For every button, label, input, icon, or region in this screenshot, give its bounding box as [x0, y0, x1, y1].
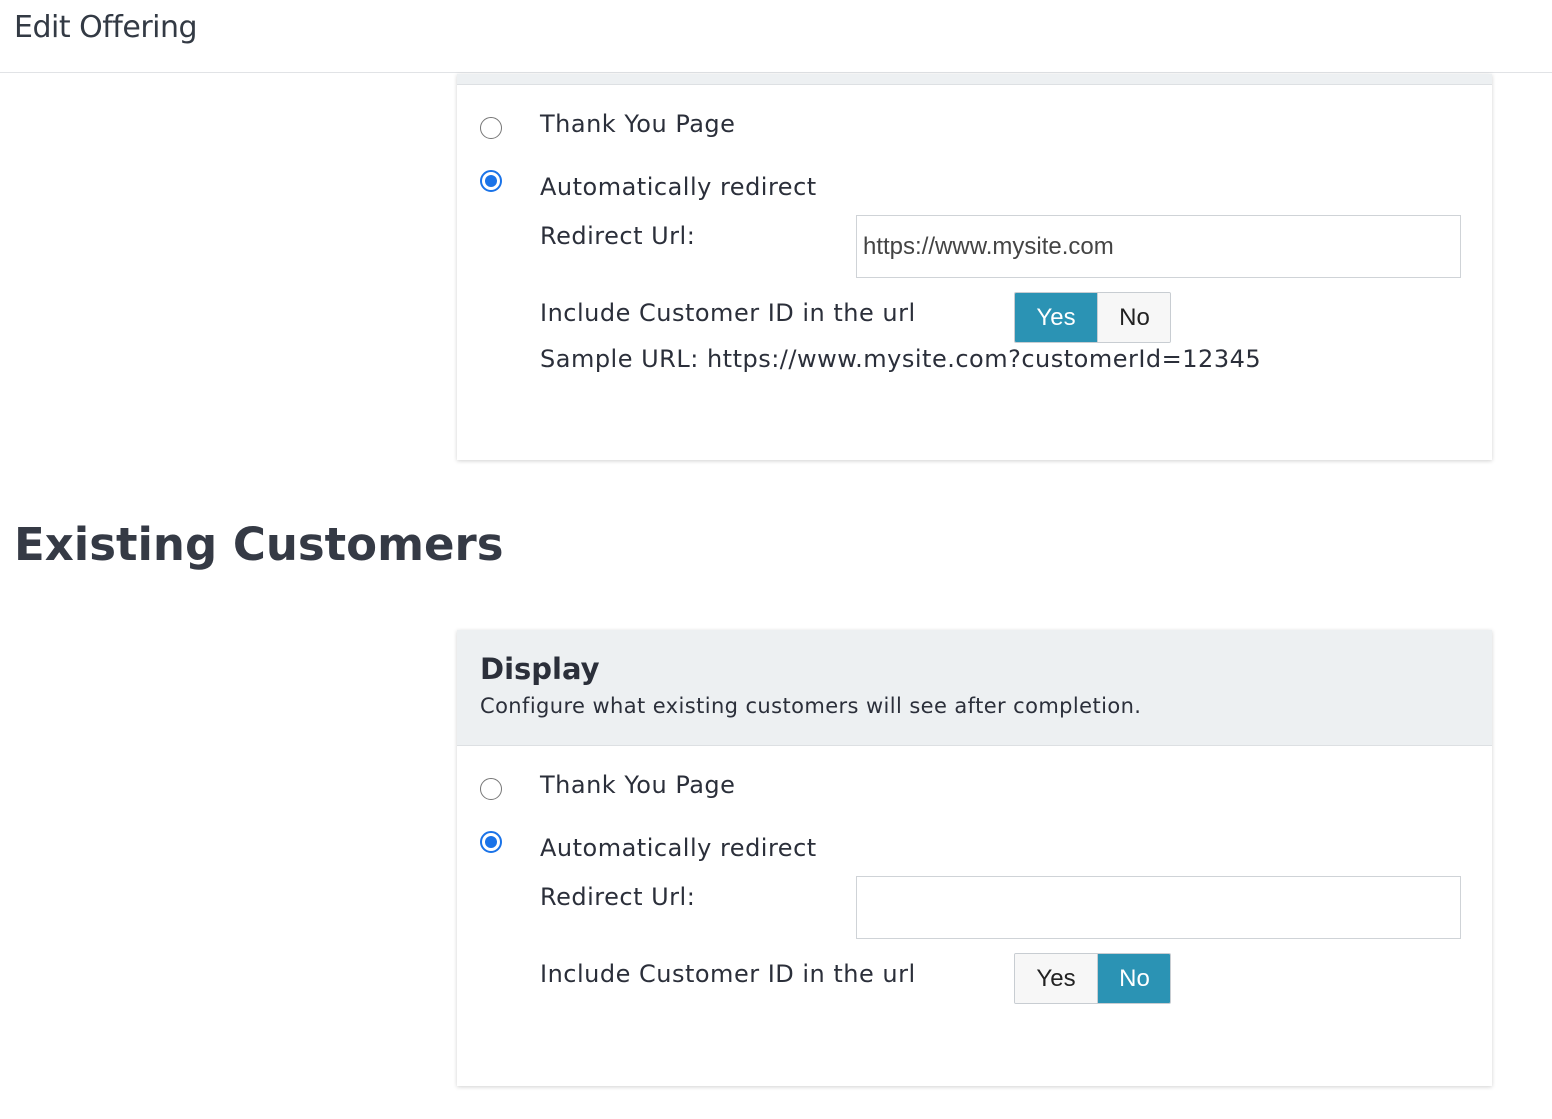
existing-customers-display-card: Display Configure what existing customer…: [457, 630, 1492, 1086]
auto-redirect-label: Automatically redirect: [540, 834, 817, 862]
sample-url-text: Sample URL: https://www.mysite.com?custo…: [540, 345, 1262, 373]
auto-redirect-radio[interactable]: [480, 170, 502, 192]
toggle-yes-button[interactable]: Yes: [1015, 293, 1098, 342]
auto-redirect-radio[interactable]: [480, 831, 502, 853]
include-customer-id-toggle: Yes No: [1014, 292, 1171, 343]
include-customer-id-label: Include Customer ID in the url: [540, 960, 916, 988]
redirect-url-input[interactable]: [856, 215, 1461, 278]
top-bar: Edit Offering: [0, 0, 1552, 73]
display-title: Display: [480, 652, 600, 686]
thank-you-page-radio[interactable]: [480, 778, 502, 800]
card-header: Display Configure what existing customer…: [457, 630, 1492, 746]
new-customers-display-card: Thank You Page Automatically redirect Re…: [457, 74, 1492, 460]
existing-customers-heading: Existing Customers: [14, 518, 504, 571]
include-customer-id-label: Include Customer ID in the url: [540, 299, 916, 327]
redirect-url-label: Redirect Url:: [540, 222, 696, 250]
page-title: Edit Offering: [14, 10, 198, 45]
thank-you-page-radio[interactable]: [480, 117, 502, 139]
toggle-no-button[interactable]: No: [1098, 954, 1170, 1003]
display-subtitle: Configure what existing customers will s…: [480, 694, 1142, 718]
card-header-strip: [457, 74, 1492, 85]
toggle-no-button[interactable]: No: [1098, 293, 1170, 342]
auto-redirect-label: Automatically redirect: [540, 173, 817, 201]
thank-you-page-label: Thank You Page: [540, 771, 736, 799]
toggle-yes-button[interactable]: Yes: [1015, 954, 1098, 1003]
redirect-url-input[interactable]: [856, 876, 1461, 939]
include-customer-id-toggle: Yes No: [1014, 953, 1171, 1004]
redirect-url-label: Redirect Url:: [540, 883, 696, 911]
thank-you-page-label: Thank You Page: [540, 110, 736, 138]
